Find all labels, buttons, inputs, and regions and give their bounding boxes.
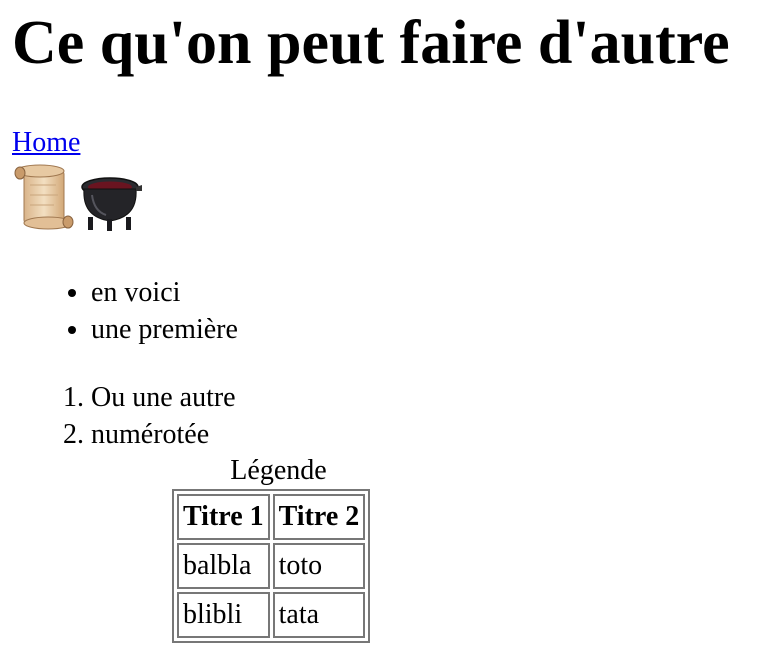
list-item: une première: [91, 311, 757, 348]
table-caption: Légende: [230, 455, 327, 486]
nav: Home: [12, 125, 757, 161]
list-item: en voici: [91, 274, 757, 311]
column-header: Titre 1: [177, 494, 270, 540]
cauldron-icon: [81, 177, 142, 231]
table-row: blibli tata: [177, 592, 366, 638]
scroll-icon: [14, 164, 74, 230]
icon-row: [12, 161, 757, 231]
table-cell: blibli: [177, 592, 270, 638]
table-cell: toto: [272, 543, 366, 589]
table-cell: balbla: [177, 543, 270, 589]
home-link[interactable]: Home: [12, 127, 80, 158]
table-header-row: Titre 1 Titre 2: [177, 494, 366, 540]
numbered-list: Ou une autre numérotée: [12, 379, 757, 453]
table-container: Légende Titre 1 Titre 2 balbla toto blib…: [172, 453, 385, 643]
table-row: balbla toto: [177, 543, 366, 589]
page: Ce qu'on peut faire d'autre Home • en vo…: [0, 5, 769, 643]
table-cell: tata: [272, 592, 366, 638]
column-header: Titre 2: [272, 494, 366, 540]
bullet-list: en voici une première: [12, 274, 757, 348]
page-title: Ce qu'on peut faire d'autre: [12, 9, 730, 77]
data-table: Titre 1 Titre 2 balbla toto blibli tata: [172, 489, 371, 643]
list-item: Ou une autre: [91, 379, 757, 416]
list-item: numérotée: [91, 416, 757, 453]
